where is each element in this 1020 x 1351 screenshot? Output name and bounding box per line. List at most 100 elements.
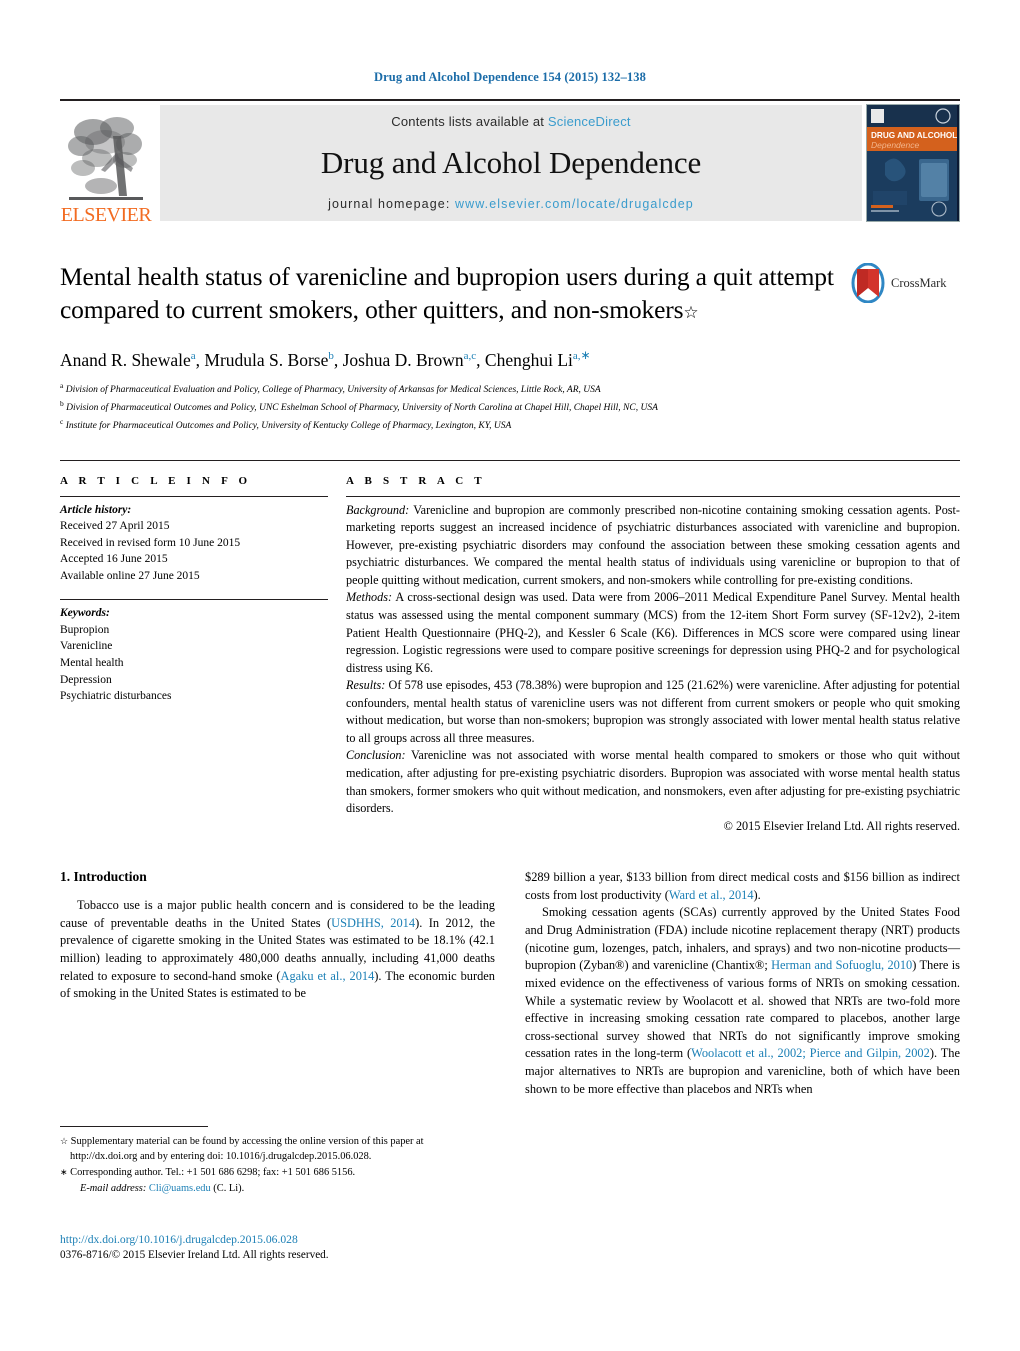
abstract-conclusion: Conclusion: Varenicline was not associat… — [346, 747, 960, 817]
affiliation-a: a Division of Pharmaceutical Evaluation … — [60, 380, 960, 398]
abstract-methods: Methods: A cross-sectional design was us… — [346, 589, 960, 677]
journal-homepage-link[interactable]: www.elsevier.com/locate/drugalcdep — [455, 197, 694, 211]
author-1-affil-mark: a — [190, 350, 196, 363]
elsevier-wordmark: ELSEVIER — [60, 204, 152, 226]
sciencedirect-link[interactable]: ScienceDirect — [548, 114, 631, 129]
footnote-email: E-mail address: Cli@uams.edu (C. Li). — [60, 1181, 492, 1196]
article-body: 1. Introduction Tobacco use is a major p… — [60, 869, 960, 1098]
contents-prefix: Contents lists available at — [391, 114, 548, 129]
history-item-2: Accepted 16 June 2015 — [60, 553, 168, 566]
title-block: Mental health status of varenicline and … — [60, 261, 960, 326]
affiliations: a Division of Pharmaceutical Evaluation … — [60, 380, 960, 434]
elsevier-tree-icon — [68, 117, 143, 200]
abstract-conclusion-text: Varenicline was not associated with wors… — [346, 748, 960, 816]
history-item-0: Received 27 April 2015 — [60, 520, 170, 533]
keywords-label: Keywords: — [60, 607, 110, 620]
homepage-prefix: journal homepage: — [328, 197, 455, 211]
article-info-heading: A R T I C L E I N F O — [60, 474, 252, 487]
abstract-results-label: Results: — [346, 678, 386, 693]
intro-paragraph-1-cont: $289 billion a year, $133 billion from d… — [525, 869, 960, 904]
article-info-column: A R T I C L E I N F O Article history: R… — [60, 475, 346, 836]
crossmark-badge[interactable]: CrossMark — [850, 261, 960, 303]
affil-mark-a: a — [60, 380, 64, 390]
affil-text-c: Institute for Pharmaceutical Outcomes an… — [65, 420, 512, 431]
abstract-results: Results: Of 578 use episodes, 453 (78.38… — [346, 677, 960, 747]
citation-ward-2014[interactable]: Ward et al., 2014 — [669, 888, 754, 902]
footnote-corr-text: Corresponding author. Tel.: +1 501 686 6… — [67, 1167, 356, 1179]
citation-woolacott-pierce-2002[interactable]: Woolacott et al., 2002; Pierce and Gilpi… — [691, 1046, 930, 1060]
keyword-3: Depression — [60, 673, 112, 686]
keywords-block: Keywords: Bupropion Varenicline Mental h… — [60, 600, 328, 704]
footnote-corr-mark: ∗ — [60, 1167, 68, 1178]
crossmark-label: CrossMark — [891, 275, 947, 290]
email-label: E-mail address: — [80, 1183, 147, 1195]
affil-text-b: Division of Pharmaceutical Outcomes and … — [66, 402, 658, 413]
doi-line: http://dx.doi.org/10.1016/j.drugalcdep.2… — [60, 1232, 500, 1248]
intro-r1-b: ). — [753, 887, 761, 902]
article-history-label: Article history: — [60, 503, 132, 516]
author-4: Chenghui Lia,∗ — [484, 348, 591, 371]
abstract-results-text: Of 578 use episodes, 453 (78.38%) were b… — [346, 678, 960, 745]
keyword-0: Bupropion — [60, 623, 110, 636]
footnote-supp-mark: ☆ — [60, 1136, 69, 1146]
affil-mark-b: b — [60, 398, 64, 408]
keyword-1: Varenicline — [60, 640, 113, 653]
page-title: Mental health status of varenicline and … — [60, 261, 836, 326]
citation-agaku-2014[interactable]: Agaku et al., 2014 — [281, 969, 375, 983]
author-3-affil-mark: a,c — [463, 350, 477, 363]
cover-artwork: DRUG AND ALCOHOL Dependence — [867, 105, 957, 221]
intro-paragraph-1: Tobacco use is a major public health con… — [60, 897, 495, 1003]
footnote-supp-text: Supplementary material can be found by a… — [68, 1136, 424, 1163]
article-history: Article history: Received 27 April 2015 … — [60, 497, 328, 585]
abstract-methods-label: Methods: — [346, 590, 393, 605]
abstract-background: Background: Varenicline and bupropion ar… — [346, 502, 960, 590]
contents-lists-line: Contents lists available at ScienceDirec… — [391, 114, 630, 129]
author-1: Anand R. Shewalea — [60, 350, 196, 371]
body-column-right: $289 billion a year, $133 billion from d… — [525, 869, 960, 1098]
journal-cover-thumbnail: DRUG AND ALCOHOL Dependence — [866, 104, 960, 222]
crossmark-icon — [851, 263, 885, 303]
author-4-affil-mark: a,∗ — [572, 348, 591, 363]
author-2: Mrudula S. Borseb — [204, 350, 334, 371]
issn-copyright-line: 0376-8716/© 2015 Elsevier Ireland Ltd. A… — [60, 1249, 329, 1262]
journal-band: Contents lists available at ScienceDirec… — [160, 105, 862, 221]
footnote-supplementary: ☆ Supplementary material can be found by… — [60, 1134, 492, 1164]
svg-text:Dependence: Dependence — [871, 140, 919, 150]
affil-mark-c: c — [60, 416, 64, 426]
keyword-4: Psychiatric disturbances — [60, 690, 172, 703]
elsevier-logo: ELSEVIER — [60, 101, 152, 225]
affiliation-b: b Division of Pharmaceutical Outcomes an… — [60, 398, 960, 416]
history-item-1: Received in revised form 10 June 2015 — [60, 536, 241, 549]
footnote-corresponding: ∗ Corresponding author. Tel.: +1 501 686… — [60, 1165, 492, 1180]
info-abstract-section: A R T I C L E I N F O Article history: R… — [60, 459, 960, 836]
abstract-body: Background: Varenicline and bupropion ar… — [346, 497, 960, 836]
doi-link[interactable]: http://dx.doi.org/10.1016/j.drugalcdep.2… — [60, 1233, 298, 1246]
introduction-heading: 1. Introduction — [60, 869, 147, 885]
citation-herman-sofuoglu-2010[interactable]: Herman and Sofuoglu, 2010 — [771, 958, 912, 972]
footnotes-block: ☆ Supplementary material can be found by… — [60, 1126, 492, 1197]
svg-text:DRUG AND ALCOHOL: DRUG AND ALCOHOL — [871, 131, 957, 140]
abstract-methods-text: A cross-sectional design was used. Data … — [346, 590, 960, 675]
footer-doi-block: http://dx.doi.org/10.1016/j.drugalcdep.2… — [60, 1232, 500, 1264]
title-text: Mental health status of varenicline and … — [60, 262, 834, 324]
author-list: Anand R. Shewalea, Mrudula S. Borseb, Jo… — [60, 348, 591, 371]
abstract-background-text: Varenicline and bupropion are commonly p… — [346, 502, 960, 587]
email-link[interactable]: Cli@uams.edu — [149, 1183, 211, 1194]
journal-homepage-line: journal homepage: www.elsevier.com/locat… — [328, 197, 694, 211]
keyword-2: Mental health — [60, 656, 124, 669]
affiliation-c: c Institute for Pharmaceutical Outcomes … — [60, 416, 960, 434]
abstract-background-label: Background: — [346, 502, 410, 517]
intro-paragraph-2: Smoking cessation agents (SCAs) currentl… — [525, 904, 960, 1098]
body-column-left: 1. Introduction Tobacco use is a major p… — [60, 869, 495, 1098]
abstract-heading: A B S T R A C T — [346, 474, 486, 487]
title-footnote-mark: ☆ — [683, 302, 699, 322]
author-3: Joshua D. Browna,c — [342, 350, 477, 371]
author-2-affil-mark: b — [328, 350, 334, 363]
abstract-copyright: © 2015 Elsevier Ireland Ltd. All rights … — [723, 818, 960, 833]
email-suffix: (C. Li). — [210, 1183, 245, 1195]
running-head: Drug and Alcohol Dependence 154 (2015) 1… — [374, 70, 646, 84]
footnote-rule — [60, 1126, 208, 1127]
citation-usdhhs-2014[interactable]: USDHHS, 2014 — [331, 916, 415, 930]
affil-text-a: Division of Pharmaceutical Evaluation an… — [65, 385, 601, 396]
